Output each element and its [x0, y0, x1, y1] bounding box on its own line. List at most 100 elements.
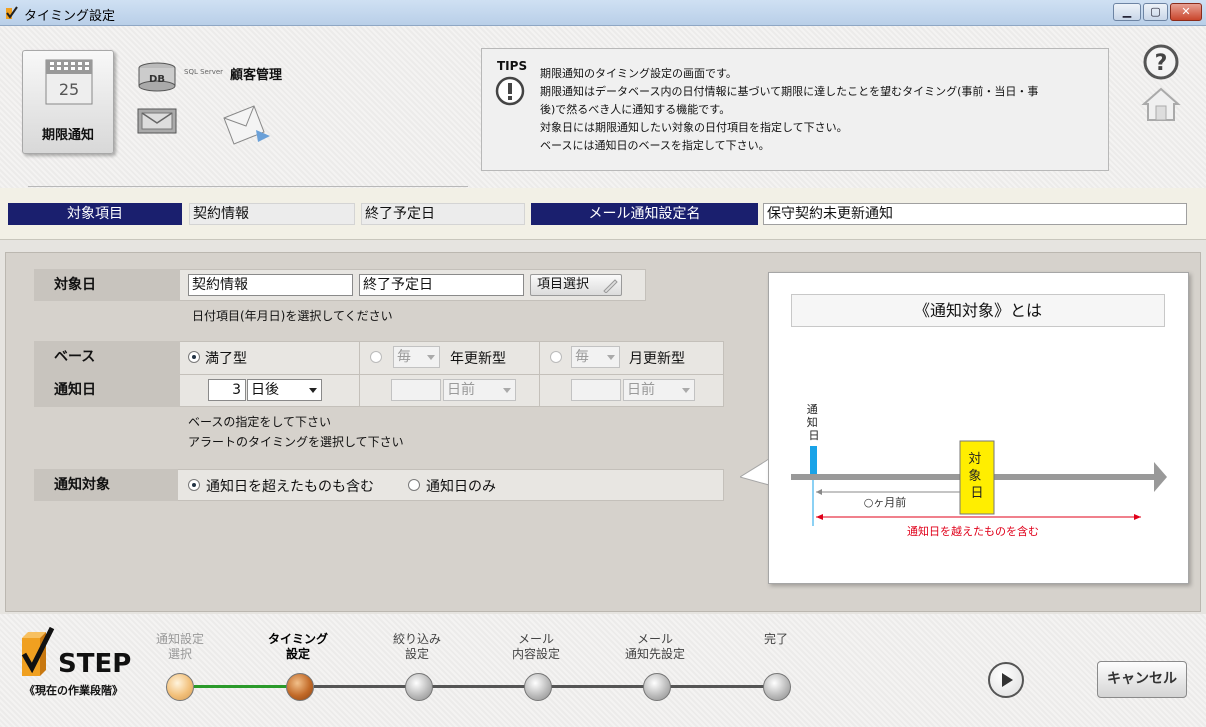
progress-track-done	[194, 685, 290, 688]
header-divider	[28, 186, 468, 187]
timeline-arrowhead	[1154, 462, 1167, 492]
calendar-icon: 25	[45, 59, 93, 105]
step-label: タイミング 設定	[253, 632, 343, 662]
notify-days-input[interactable]: 3	[208, 379, 246, 401]
step-label: 絞り込み 設定	[372, 632, 462, 662]
target-date-table-input[interactable]: 契約情報	[188, 274, 353, 296]
timing-settings-panel: 対象日 契約情報 終了予定日 項目選択 日付項目(年月日)を選択してください ベ…	[5, 252, 1201, 612]
scope-only-label: 通知日のみ	[426, 479, 496, 495]
step-logo-icon: STEP	[21, 626, 131, 679]
range-caption: 通知日を越えたものを含む	[907, 524, 1039, 538]
step-knob-3	[405, 673, 433, 701]
step-line: 設定	[285, 647, 310, 661]
base-yearly-radio[interactable]	[370, 351, 382, 363]
step-logo-text: STEP	[58, 649, 131, 679]
tile-label: 期限通知	[41, 128, 94, 143]
target-table-field: 契約情報	[189, 203, 355, 225]
select-item-label: 項目選択	[537, 277, 590, 292]
scope-include-label: 通知日を超えたものも含む	[206, 479, 374, 495]
mail-setting-name-input[interactable]: 保守契約未更新通知	[763, 203, 1187, 225]
step-line: タイミング	[267, 632, 328, 646]
tips-line: 対象日には期限通知したい対象の日付項目を指定して下さい。	[540, 121, 848, 134]
base-expiry-label: 満了型	[205, 351, 247, 367]
app-icon	[6, 6, 18, 19]
base-monthly-radio[interactable]	[550, 351, 562, 363]
step-line: 完了	[763, 632, 788, 646]
step-knob-2	[286, 673, 314, 701]
target-date-field-input[interactable]: 終了予定日	[359, 274, 524, 296]
db-label: DB	[149, 74, 165, 85]
step-label: 通知設定 選択	[135, 632, 225, 662]
monthly-days-input[interactable]	[571, 379, 621, 401]
cancel-button[interactable]: キャンセル	[1097, 661, 1187, 698]
close-button[interactable]: ✕	[1170, 3, 1202, 21]
pencil-icon	[603, 279, 618, 293]
notify-day-char: 日	[809, 429, 820, 442]
step-line: メール	[636, 632, 673, 646]
base-hint: ベースの指定をして下さい	[188, 415, 332, 429]
step-knob-6	[763, 673, 791, 701]
monthly-unit-select[interactable]: 日前	[623, 379, 695, 401]
maximize-button[interactable]: ▢	[1143, 3, 1168, 21]
notify-unit-select[interactable]: 日後	[247, 379, 322, 401]
target-day-text: 対 象 日	[968, 452, 985, 501]
tips-line: 期限通知のタイミング設定の画面です。	[540, 67, 737, 80]
target-field-field: 終了予定日	[361, 203, 525, 225]
step-label: メール 内容設定	[491, 632, 581, 662]
notify-day-char: 知	[807, 415, 818, 429]
tips-panel: TIPS 期限通知のタイミング設定の画面です。 期限通知はデータベース内の日付情…	[481, 48, 1109, 171]
notify-target-diagram: 《通知対象》とは 通 知 日 対 象 日 ○ヶ月前 通知日を越えたものを含む	[768, 272, 1189, 584]
step-line: 通知先設定	[624, 647, 685, 661]
send-mail-icon	[223, 105, 270, 145]
range-arrowhead-left	[816, 514, 823, 520]
header: 25 期限通知 DB SQL Server 顧客管理 TIPS 期限通知のタイミ…	[0, 26, 1206, 188]
step-line: 選択	[167, 647, 192, 661]
database-icon: DB	[138, 62, 176, 92]
tips-label: TIPS	[497, 59, 528, 73]
base-expiry-radio[interactable]	[188, 351, 200, 363]
step-knob-1	[166, 673, 194, 701]
notify-day-char: 通	[807, 403, 818, 416]
range-arrowhead-right	[1134, 514, 1141, 520]
next-button[interactable]	[988, 662, 1024, 698]
base-label: ベース	[34, 341, 180, 374]
base-yearly-value: 毎	[397, 349, 411, 365]
alert-hint: アラートのタイミングを選択して下さい	[188, 435, 404, 449]
base-yearly-select[interactable]: 毎	[393, 346, 440, 368]
window-title: タイミング設定	[24, 9, 116, 24]
base-monthly-select[interactable]: 毎	[571, 346, 620, 368]
yearly-unit-value: 日前	[447, 382, 475, 398]
calendar-day: 25	[59, 80, 79, 99]
step-label: 完了	[731, 632, 821, 647]
home-icon[interactable]	[1141, 86, 1181, 124]
target-bar: 対象項目 契約情報 終了予定日 メール通知設定名 保守契約未更新通知	[0, 188, 1206, 240]
step-knob-5	[643, 673, 671, 701]
tips-text: 期限通知のタイミング設定の画面です。 期限通知はデータベース内の日付情報に基づい…	[540, 65, 1038, 155]
base-monthly-label: 月更新型	[629, 351, 685, 367]
grid-divider	[180, 374, 724, 375]
minimize-button[interactable]: ▁	[1113, 3, 1141, 21]
step-line: 内容設定	[511, 647, 560, 661]
scope-include-radio[interactable]	[188, 479, 200, 491]
step-knob-4	[524, 673, 552, 701]
notify-day-marker	[810, 446, 817, 474]
notify-day-label: 通知日	[34, 374, 180, 407]
yearly-unit-select[interactable]: 日前	[443, 379, 516, 401]
select-item-button[interactable]: 項目選択	[530, 274, 622, 296]
mail-setting-name-label: メール通知設定名	[531, 203, 758, 225]
play-icon	[1002, 673, 1013, 687]
deadline-notify-tile[interactable]: 25 期限通知	[22, 50, 114, 154]
step-line: メール	[517, 632, 554, 646]
tips-line: 後)で然るべき人に通知する機能です。	[540, 103, 731, 116]
scope-only-radio[interactable]	[408, 479, 420, 491]
callout-pointer	[740, 459, 770, 486]
target-item-label: 対象項目	[8, 203, 182, 225]
yearly-days-input[interactable]	[391, 379, 441, 401]
sql-server-logo: SQL Server	[184, 68, 224, 76]
target-day-char: 象	[968, 469, 981, 484]
app-name: 顧客管理	[230, 68, 283, 83]
help-icon[interactable]: ?	[1142, 43, 1180, 81]
monthly-unit-value: 日前	[627, 382, 655, 398]
base-yearly-label: 年更新型	[450, 351, 506, 367]
step-caption: 《現在の作業段階》	[24, 684, 123, 697]
